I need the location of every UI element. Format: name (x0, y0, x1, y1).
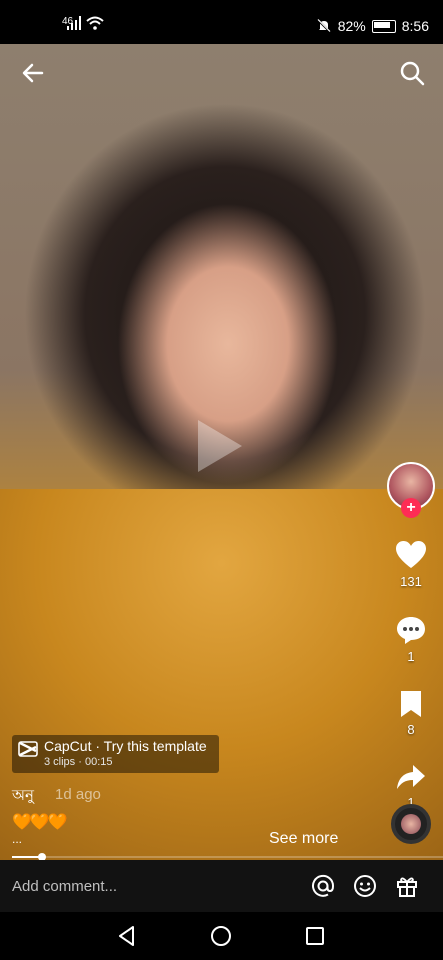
comment-action[interactable]: 1 (395, 615, 427, 664)
nav-recents-icon[interactable] (303, 924, 327, 948)
battery-icon (371, 19, 396, 33)
like-count: 131 (400, 574, 422, 589)
video-frame-dress (0, 489, 443, 860)
mention-icon[interactable] (311, 874, 335, 898)
search-icon[interactable] (399, 60, 425, 86)
signal-icon (67, 16, 81, 30)
battery-percent: 82% (337, 18, 366, 34)
creator-avatar[interactable]: + (387, 462, 435, 518)
bookmark-icon[interactable] (398, 690, 424, 718)
capcut-logo-icon (18, 741, 38, 757)
save-count: 8 (407, 722, 415, 737)
share-arrow-icon[interactable] (396, 763, 426, 791)
nav-back-icon[interactable] (115, 924, 139, 948)
gift-icon[interactable] (395, 874, 419, 898)
post-time: 1d ago (55, 786, 101, 803)
author-name[interactable]: অনু (12, 784, 34, 809)
video-caption: 🧡🧡🧡 (12, 814, 68, 831)
mute-bell-icon (317, 19, 331, 33)
save-action[interactable]: 8 (398, 690, 424, 737)
caption-ellipsis: ... (12, 832, 23, 846)
heart-icon[interactable] (395, 540, 427, 570)
capcut-template-link[interactable]: CapCut · Try this template 3 clips · 00:… (12, 735, 219, 773)
status-right: 82% 8:56 (316, 18, 429, 34)
back-arrow-icon[interactable] (20, 60, 46, 86)
action-rail: + 131 1 8 1 (387, 462, 435, 810)
share-action[interactable]: 1 (396, 763, 426, 810)
comment-bar: Add comment... (0, 860, 443, 912)
system-nav-bar (0, 912, 443, 960)
wifi-icon (86, 16, 104, 30)
music-disc-icon[interactable] (391, 804, 431, 844)
capcut-subtitle: 3 clips · 00:15 (44, 756, 113, 768)
comment-bubble-icon[interactable] (395, 615, 427, 645)
status-bar: 46 82% 8:56 (0, 0, 443, 44)
like-action[interactable]: 131 (395, 540, 427, 589)
add-comment-input[interactable]: Add comment... (12, 878, 117, 895)
play-icon[interactable] (198, 420, 242, 472)
video-progress-bar[interactable] (12, 853, 443, 861)
emoji-icon[interactable] (353, 874, 377, 898)
follow-plus-icon[interactable]: + (401, 498, 421, 518)
clock: 8:56 (401, 18, 429, 34)
see-more-link[interactable]: See more (269, 830, 338, 848)
capcut-title: CapCut · Try this template (44, 738, 207, 754)
comment-count: 1 (407, 649, 415, 664)
nav-home-icon[interactable] (209, 924, 233, 948)
